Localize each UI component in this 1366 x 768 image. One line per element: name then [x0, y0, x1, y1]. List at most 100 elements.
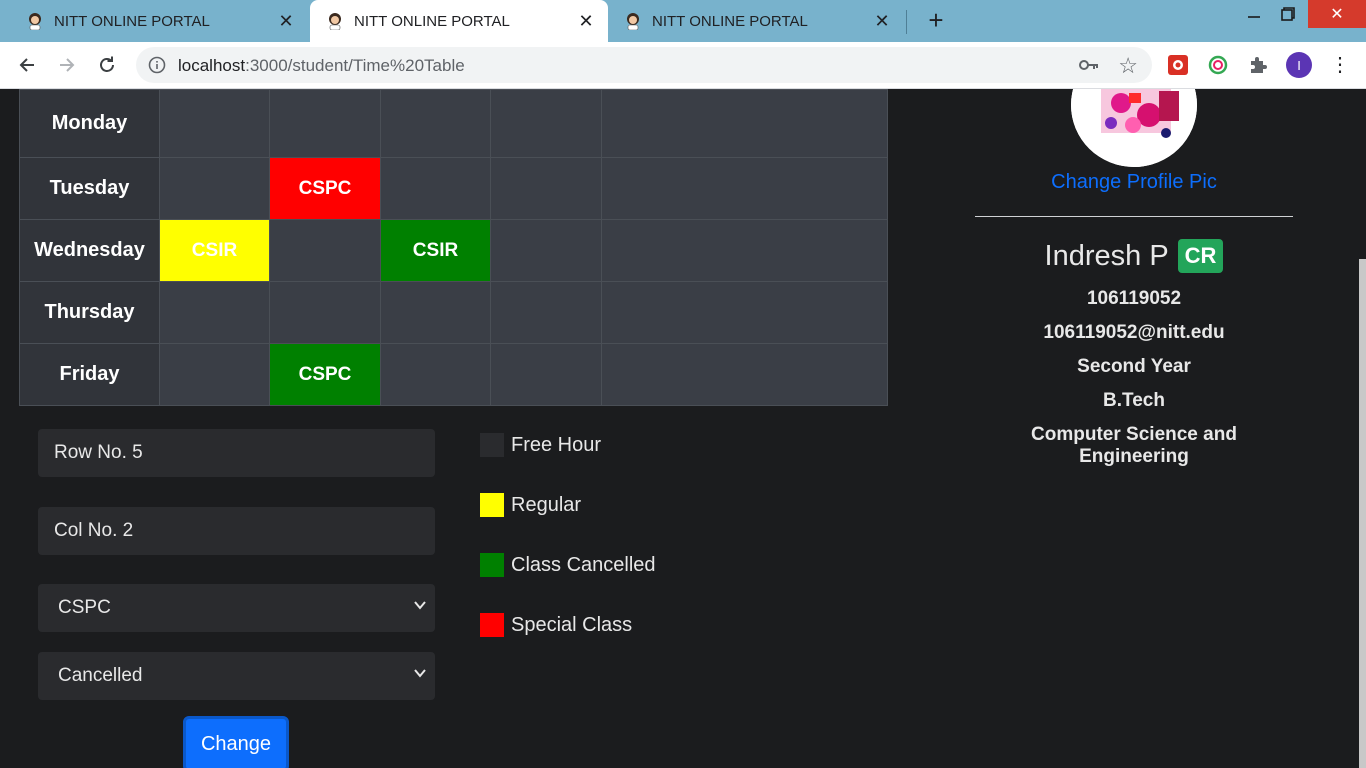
restore-icon[interactable] — [1272, 0, 1304, 28]
extensions-puzzle-icon[interactable] — [1246, 53, 1270, 77]
email: 106119052@nitt.edu — [1043, 322, 1225, 343]
period-cell[interactable] — [159, 281, 270, 344]
tab-strip: NITT ONLINE PORTAL ✕ NITT ONLINE PORTAL … — [0, 0, 1366, 42]
change-button[interactable]: Change — [183, 716, 289, 768]
browser-toolbar: localhost:3000/student/Time%20Table ☆ — [0, 42, 1366, 89]
tab-title: NITT ONLINE PORTAL — [354, 12, 510, 30]
tab-3[interactable]: NITT ONLINE PORTAL ✕ — [608, 0, 904, 42]
period-cell[interactable] — [490, 343, 602, 406]
legend-cancelled: Class Cancelled — [480, 553, 656, 577]
period-cell[interactable] — [269, 89, 381, 158]
day-cell: Wednesday — [19, 219, 160, 282]
bookmark-star-icon[interactable]: ☆ — [1118, 53, 1138, 79]
legend-label: Regular — [511, 493, 582, 516]
period-cell[interactable] — [380, 89, 491, 158]
tab-2[interactable]: NITT ONLINE PORTAL ✕ — [310, 0, 608, 42]
period-cell[interactable] — [490, 89, 602, 158]
column-number-input[interactable]: Col No. 2 — [38, 507, 435, 555]
url-host: localhost — [178, 56, 246, 75]
subject-select[interactable]: CSPC — [38, 584, 435, 632]
period-cell[interactable] — [601, 219, 888, 282]
url-path: :3000/student/Time%20Table — [245, 56, 465, 75]
profile-avatar[interactable]: I — [1286, 52, 1312, 78]
department: Computer Science and Engineering — [1031, 424, 1237, 467]
period-cell[interactable] — [380, 343, 491, 406]
row-number-input[interactable]: Row No. 5 — [38, 429, 435, 477]
free-swatch — [480, 433, 504, 457]
legend-special: Special Class — [480, 613, 632, 637]
legend-label: Class Cancelled — [511, 553, 656, 576]
change-profile-pic-link[interactable]: Change Profile Pic — [975, 171, 1293, 194]
legend-label: Special Class — [511, 613, 633, 636]
profile-picture — [1071, 89, 1197, 167]
tab-title: NITT ONLINE PORTAL — [54, 12, 210, 30]
divider — [975, 216, 1293, 217]
period-cell[interactable] — [601, 157, 888, 220]
period-cell[interactable] — [490, 219, 602, 282]
day-cell: Thursday — [19, 281, 160, 344]
table-row: Friday CSPC — [19, 343, 888, 406]
url-text: localhost:3000/student/Time%20Table — [178, 56, 465, 76]
forward-arrow-icon[interactable] — [54, 52, 80, 78]
period-cell[interactable]: CSIR — [159, 219, 270, 282]
new-tab-plus-icon[interactable]: + — [924, 5, 948, 35]
period-cell[interactable] — [269, 219, 381, 282]
legend-free: Free Hour — [480, 433, 601, 457]
chevron-down-icon — [414, 601, 426, 610]
period-cell[interactable]: CSPC — [269, 343, 381, 406]
site-info-icon[interactable] — [148, 56, 166, 74]
period-cell[interactable] — [159, 157, 270, 220]
special-swatch — [480, 613, 504, 637]
address-bar[interactable]: localhost:3000/student/Time%20Table ☆ — [136, 47, 1152, 83]
day-cell: Friday — [19, 343, 160, 406]
extension-circle-icon[interactable] — [1206, 53, 1230, 77]
profile-name-row: Indresh P CR — [975, 239, 1293, 273]
table-row: Tuesday CSPC — [19, 157, 888, 220]
tab-separator — [906, 10, 907, 34]
status-select[interactable]: Cancelled — [38, 652, 435, 700]
period-cell[interactable] — [159, 343, 270, 406]
more-menu-icon[interactable]: ⋮ — [1330, 53, 1350, 77]
year: Second Year — [1077, 356, 1191, 377]
degree: B.Tech — [1103, 390, 1165, 411]
chevron-down-icon — [414, 669, 426, 678]
window-close-icon[interactable]: ✕ — [1308, 0, 1366, 28]
period-cell[interactable] — [601, 343, 888, 406]
timetable: Monday Tuesday CSPC Wednesday CSIR CSIR … — [19, 89, 888, 406]
extension-red-icon[interactable] — [1166, 53, 1190, 77]
profile-name: Indresh P — [1044, 239, 1169, 272]
regular-swatch — [480, 493, 504, 517]
reload-icon[interactable] — [94, 52, 120, 78]
roll-number: 106119052 — [1086, 288, 1182, 309]
back-arrow-icon[interactable] — [14, 52, 40, 78]
period-cell[interactable] — [601, 89, 888, 158]
page-content: Monday Tuesday CSPC Wednesday CSIR CSIR … — [0, 89, 1366, 768]
scrollbar[interactable] — [1359, 259, 1366, 768]
subject-select-value: CSPC — [58, 597, 111, 618]
minimize-icon[interactable] — [1238, 0, 1270, 28]
day-cell: Tuesday — [19, 157, 160, 220]
close-tab-icon[interactable]: ✕ — [874, 11, 890, 31]
portal-favicon-icon — [26, 12, 44, 30]
portal-favicon-icon — [624, 12, 642, 30]
period-cell[interactable] — [380, 157, 491, 220]
period-cell[interactable] — [159, 89, 270, 158]
close-tab-icon[interactable]: ✕ — [278, 11, 294, 31]
period-cell[interactable] — [601, 281, 888, 344]
table-row: Wednesday CSIR CSIR — [19, 219, 888, 282]
period-cell[interactable]: CSIR — [380, 219, 491, 282]
status-select-value: Cancelled — [58, 665, 143, 686]
close-tab-icon[interactable]: ✕ — [578, 11, 594, 31]
period-cell[interactable] — [490, 281, 602, 344]
period-cell[interactable]: CSPC — [269, 157, 381, 220]
tab-1[interactable]: NITT ONLINE PORTAL ✕ — [0, 0, 308, 42]
day-cell: Monday — [19, 89, 160, 158]
period-cell[interactable] — [490, 157, 602, 220]
table-row: Thursday — [19, 281, 888, 344]
period-cell[interactable] — [269, 281, 381, 344]
portal-favicon-icon — [326, 12, 344, 30]
key-icon[interactable] — [1078, 55, 1100, 75]
table-row: Monday — [19, 89, 888, 158]
cancelled-swatch — [480, 553, 504, 577]
period-cell[interactable] — [380, 281, 491, 344]
